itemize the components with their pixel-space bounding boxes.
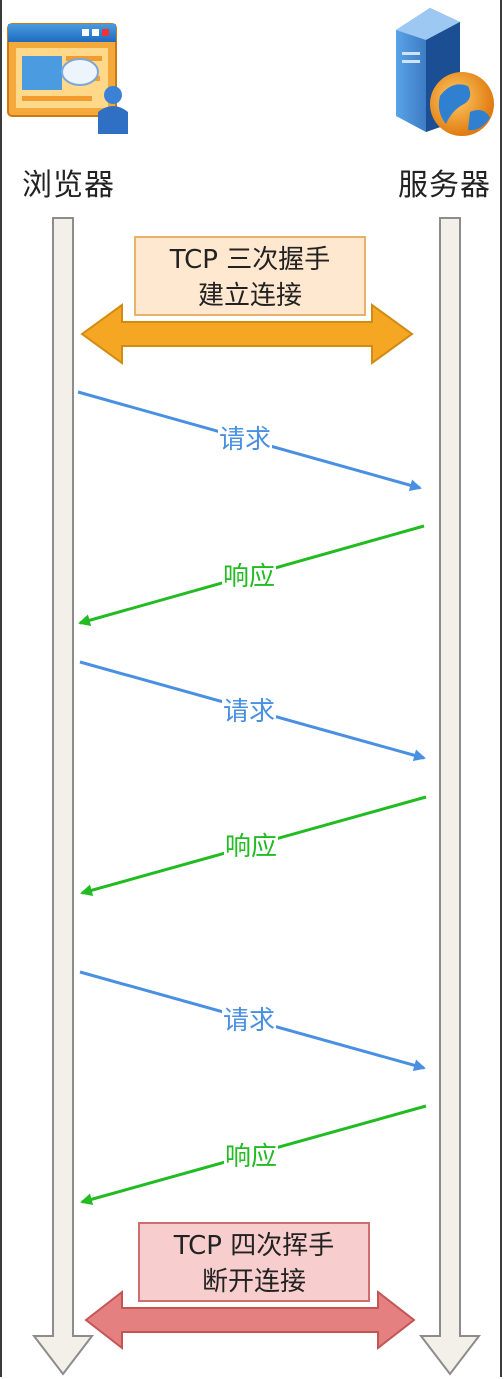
teardown-title: TCP 四次挥手 <box>173 1231 335 1261</box>
response-label-2: 响应 <box>224 832 279 862</box>
browser-label: 浏览器 <box>22 168 115 203</box>
request-label-2: 请求 <box>222 697 277 727</box>
server-label: 服务器 <box>398 168 491 203</box>
teardown-subtitle: 断开连接 <box>201 1267 306 1297</box>
teardown-box: TCP 四次挥手 断开连接 <box>138 1222 370 1302</box>
request-label-1: 请求 <box>218 425 273 455</box>
request-label-3: 请求 <box>222 1006 277 1036</box>
handshake-title: TCP 三次握手 <box>169 245 331 275</box>
sequence-diagram <box>7 8 494 1376</box>
server-lifeline <box>418 217 482 1376</box>
response-label-1: 响应 <box>222 562 277 592</box>
response-label-3: 响应 <box>224 1142 279 1172</box>
handshake-box: TCP 三次握手 建立连接 <box>134 236 366 316</box>
server-globe-icon <box>396 8 494 136</box>
handshake-subtitle: 建立连接 <box>197 281 302 311</box>
browser-window-icon <box>7 23 128 134</box>
